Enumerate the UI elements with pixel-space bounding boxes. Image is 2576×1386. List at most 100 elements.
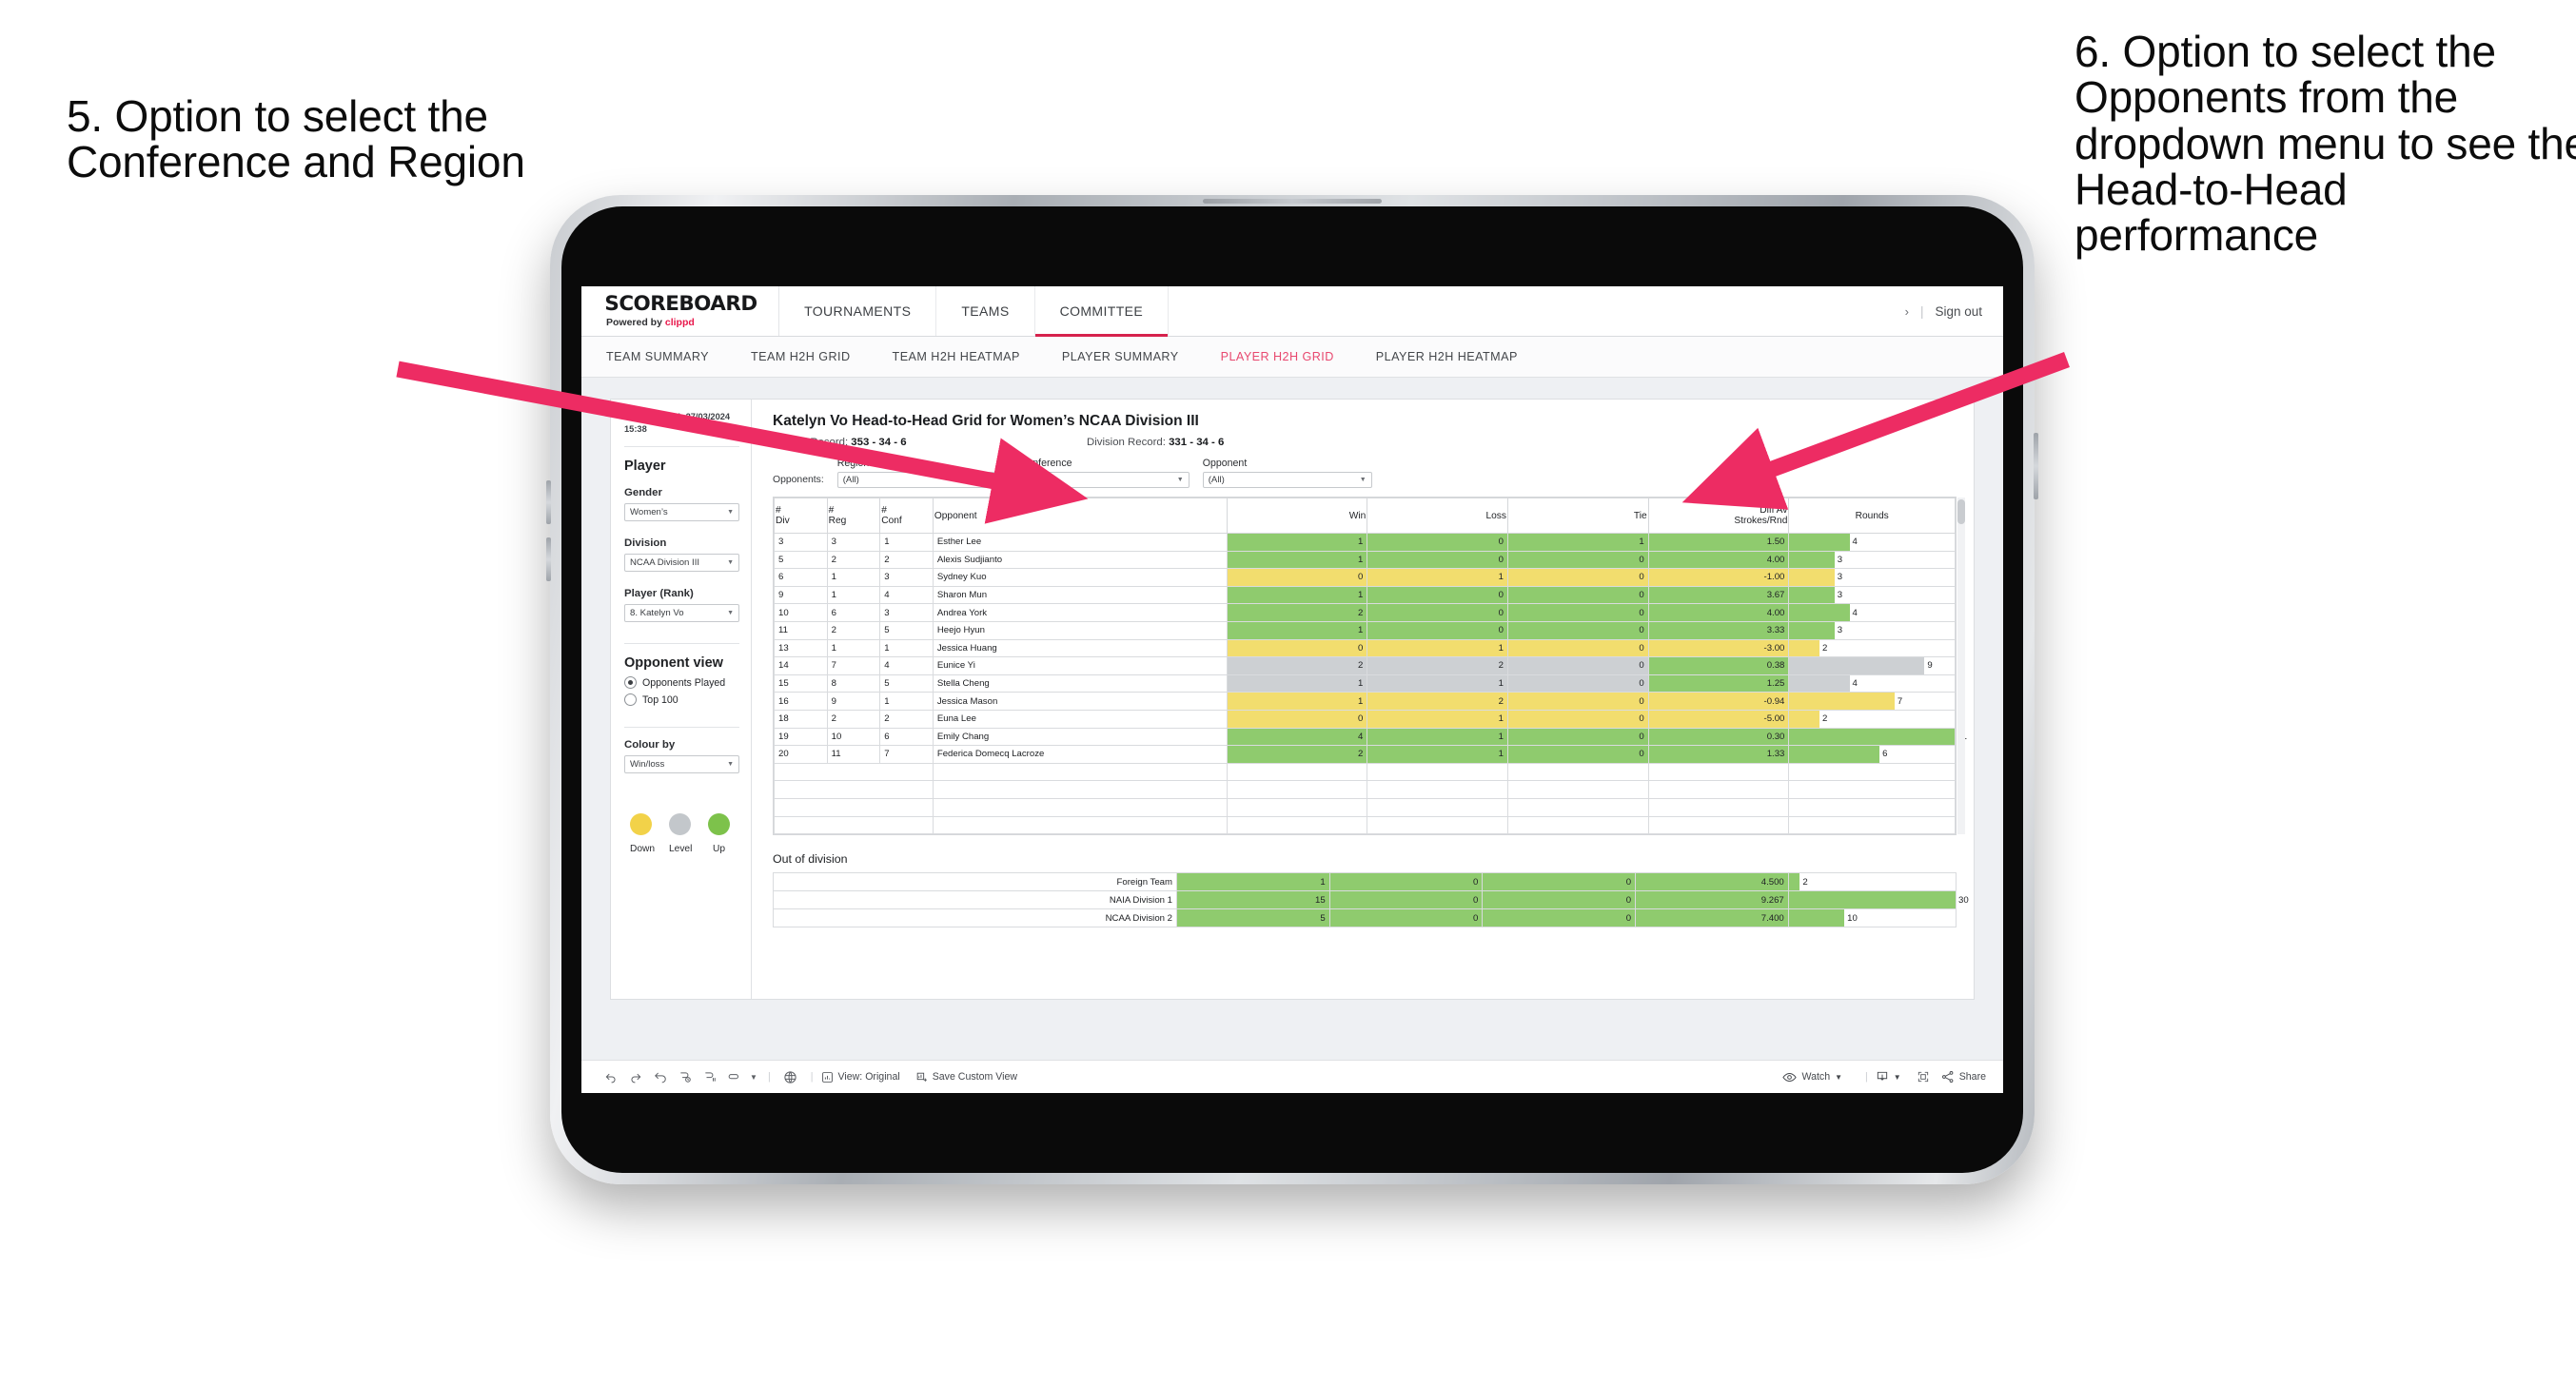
- table-row[interactable]: 11 2 5 Heejo Hyun 1 0 0 3.33 3: [774, 620, 1956, 640]
- table-row[interactable]: 18 2 2 Euna Lee 0 1 0 -5.00 2: [774, 709, 1956, 729]
- nav-committee[interactable]: COMMITTEE: [1034, 286, 1170, 337]
- subnav-player-h2h-heatmap[interactable]: PLAYER H2H HEATMAP: [1376, 350, 1539, 363]
- table-row[interactable]: 5 2 2 Alexis Sudjianto 1 0 0 4.00 3: [774, 550, 1956, 570]
- chevron-right-icon[interactable]: ›: [1905, 304, 1909, 319]
- th-opponent[interactable]: Opponent: [932, 498, 1228, 534]
- subnav-team-h2h-grid[interactable]: TEAM H2H GRID: [751, 350, 872, 363]
- table-cell: 0.30: [1647, 727, 1790, 747]
- table-row[interactable]: 15 8 5 Stella Cheng 1 1 0 1.25 4: [774, 673, 1956, 693]
- save-custom-view-label: Save Custom View: [932, 1071, 1018, 1083]
- view-original-button[interactable]: View: Original: [821, 1071, 900, 1083]
- rounds-bar-cell: 2: [1788, 638, 1956, 658]
- table-cell: 1: [1176, 872, 1330, 892]
- rounds-bar-cell: 30: [1787, 890, 1969, 910]
- save-custom-view-button[interactable]: Save Custom View: [915, 1071, 1017, 1083]
- radio-opponents-played[interactable]: Opponents Played: [624, 676, 739, 690]
- th-diff[interactable]: Diff Av Strokes/Rnd: [1647, 498, 1790, 534]
- table-cell-empty: [879, 815, 934, 835]
- revert-icon[interactable]: [648, 1064, 673, 1089]
- gender-select[interactable]: Women’s ▼: [624, 503, 739, 522]
- table-cell: 1: [1367, 709, 1508, 729]
- opponent-select[interactable]: (All) ▼: [1202, 472, 1372, 488]
- th-rounds[interactable]: Rounds: [1788, 498, 1956, 534]
- watch-button[interactable]: Watch ▼: [1782, 1071, 1842, 1083]
- table-cell: Alexis Sudjianto: [932, 550, 1228, 570]
- table-cell: 1.33: [1647, 745, 1790, 764]
- view-original-label: View: Original: [837, 1071, 900, 1083]
- th-tie[interactable]: Tie: [1507, 498, 1649, 534]
- region-select[interactable]: (All) ▼: [836, 472, 1007, 488]
- sidebar-divider-1: [624, 446, 739, 448]
- table-cell: 0: [1507, 692, 1649, 711]
- subnav-team-h2h-heatmap[interactable]: TEAM H2H HEATMAP: [893, 350, 1041, 363]
- table-cell-empty: [774, 815, 828, 835]
- fullscreen-icon[interactable]: [1911, 1064, 1936, 1089]
- table-cell: 0: [1507, 727, 1649, 747]
- globe-icon[interactable]: [778, 1064, 803, 1089]
- rounds-value: 6: [1882, 749, 1888, 760]
- table-row[interactable]: NCAA Division 2 5 0 0 7.400 10: [773, 908, 1957, 928]
- table-row[interactable]: 13 1 1 Jessica Huang 0 1 0 -3.00 2: [774, 638, 1956, 658]
- redo-icon[interactable]: [623, 1064, 648, 1089]
- subnav-player-h2h-grid[interactable]: PLAYER H2H GRID: [1221, 350, 1355, 363]
- nav-teams[interactable]: TEAMS: [936, 286, 1035, 336]
- nav-tournaments[interactable]: TOURNAMENTS: [779, 286, 937, 336]
- table-row[interactable]: NAIA Division 1 15 0 0 9.267 30: [773, 890, 1969, 910]
- brand-subtitle: Powered by clippd: [606, 317, 756, 328]
- pause-icon[interactable]: [698, 1064, 722, 1089]
- table-cell: 1: [1367, 568, 1508, 587]
- conference-select[interactable]: (All) ▼: [1019, 472, 1190, 488]
- share-button[interactable]: Share: [1941, 1070, 1986, 1083]
- rounds-bar: [1789, 639, 1819, 657]
- gender-value: Women’s: [630, 507, 668, 518]
- table-row[interactable]: 6 1 3 Sydney Kuo 0 1 0 -1.00 3: [774, 568, 1956, 587]
- refresh-icon[interactable]: [673, 1064, 698, 1089]
- chevron-down-icon[interactable]: ▼: [747, 1064, 760, 1089]
- tablet-speaker: [1203, 199, 1382, 204]
- conference-value: (All): [1025, 475, 1042, 485]
- table-row[interactable]: 14 7 4 Eunice Yi 2 2 0 0.38 9: [774, 656, 1956, 675]
- table-cell: 1: [826, 638, 881, 658]
- table-cell: 18: [774, 709, 828, 729]
- grid-vertical-scrollbar[interactable]: [1957, 498, 1965, 835]
- table-cell-empty: [1647, 797, 1790, 817]
- radio-icon-unselected: [624, 693, 637, 707]
- table-cell: 2: [1367, 656, 1508, 675]
- main-content: Katelyn Vo Head-to-Head Grid for Women’s…: [752, 400, 1974, 999]
- grid-scroll-thumb[interactable]: [1957, 499, 1965, 524]
- share-label: Share: [1958, 1071, 1986, 1083]
- table-cell: 1: [1367, 638, 1508, 658]
- clippd-name: clippd: [664, 317, 695, 328]
- table-row[interactable]: 16 9 1 Jessica Mason 1 2 0 -0.94 7: [774, 692, 1956, 711]
- tablet-volume-button-2: [546, 537, 551, 581]
- subnav-player-summary[interactable]: PLAYER SUMMARY: [1062, 350, 1200, 363]
- th-conf[interactable]: # Conf: [879, 498, 934, 534]
- table-row[interactable]: 20 11 7 Federica Domecq Lacroze 2 1 0 1.33 6: [774, 745, 1956, 764]
- table-row[interactable]: Foreign Team 1 0 0 4.500 2: [773, 872, 1957, 892]
- sign-out-link[interactable]: Sign out: [1935, 304, 1982, 319]
- table-cell: 0: [1507, 620, 1649, 640]
- player-rank-select[interactable]: 8. Katelyn Vo ▼: [624, 604, 739, 623]
- table-cell: Esther Lee: [932, 533, 1228, 552]
- th-loss[interactable]: Loss: [1367, 498, 1508, 534]
- undo-icon[interactable]: [599, 1064, 623, 1089]
- table-row[interactable]: 19106Emily Chang4100.3011: [774, 727, 1967, 747]
- th-div[interactable]: # Div: [774, 498, 828, 534]
- colour-by-select[interactable]: Win/loss ▼: [624, 755, 739, 774]
- table-row[interactable]: 10 6 3 Andrea York 2 0 0 4.00 4: [774, 603, 1956, 622]
- th-div-top: #: [776, 505, 781, 516]
- division-select[interactable]: NCAA Division III ▼: [624, 554, 739, 573]
- th-win[interactable]: Win: [1226, 498, 1368, 534]
- table-cell: 5: [774, 550, 828, 570]
- th-reg[interactable]: # Reg: [826, 498, 881, 534]
- highlight-icon[interactable]: [722, 1064, 747, 1089]
- subnav-team-summary[interactable]: TEAM SUMMARY: [606, 350, 730, 363]
- table-row[interactable]: 3 3 1 Esther Lee 1 0 1 1.50 4: [774, 533, 1956, 552]
- download-button[interactable]: ▼: [1876, 1070, 1901, 1083]
- brand-logo[interactable]: SCOREBOARD Powered by clippd: [581, 286, 780, 336]
- table-cell: 2: [1226, 603, 1368, 622]
- tablet-screen: SCOREBOARD Powered by clippd TOURNAMENTS…: [581, 286, 2003, 1093]
- table-row[interactable]: 9 1 4 Sharon Mun 1 0 0 3.67 3: [774, 585, 1956, 605]
- radio-top-100[interactable]: Top 100: [624, 693, 739, 707]
- table-row-empty: [774, 762, 1956, 782]
